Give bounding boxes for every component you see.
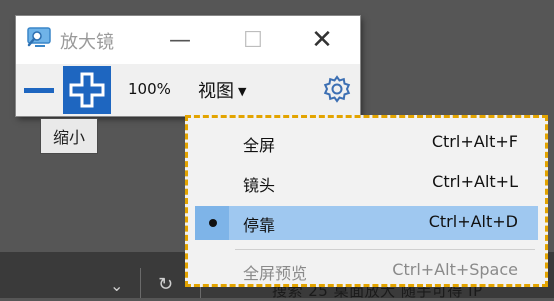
menu-item-lens[interactable]: 镜头 Ctrl+Alt+L bbox=[195, 166, 538, 200]
view-menu-button[interactable]: 视图 ▼ bbox=[198, 77, 246, 103]
menu-item-label: 全屏 bbox=[243, 136, 276, 155]
menu-item-shortcut: Ctrl+Alt+Space bbox=[392, 260, 518, 279]
view-dropdown-menu: 全屏 Ctrl+Alt+F 镜头 Ctrl+Alt+L 停靠 Ctrl+Alt+… bbox=[185, 115, 548, 287]
selected-bullet-icon bbox=[209, 219, 217, 227]
menu-item-label: 停靠 bbox=[243, 216, 276, 235]
menu-item-label: 全屏预览 bbox=[243, 264, 308, 283]
menu-item-shortcut: Ctrl+Alt+L bbox=[432, 172, 518, 191]
minimize-button[interactable]: — bbox=[160, 20, 200, 60]
refresh-icon[interactable]: ↻ bbox=[158, 274, 173, 295]
gear-icon[interactable] bbox=[322, 74, 352, 104]
menu-item-shortcut: Ctrl+Alt+F bbox=[431, 132, 518, 151]
menu-item-fullscreen[interactable]: 全屏 Ctrl+Alt+F bbox=[195, 126, 538, 160]
caret-down-icon: ▼ bbox=[238, 85, 247, 98]
close-button[interactable]: ✕ bbox=[302, 20, 342, 60]
menu-item-docked[interactable]: 停靠 Ctrl+Alt+D bbox=[195, 206, 538, 240]
menu-separator bbox=[235, 249, 535, 250]
window-title: 放大镜 bbox=[60, 32, 114, 53]
magnifier-window: 放大镜 — ☐ ✕ 100% 视图 ▼ bbox=[16, 16, 360, 116]
menu-item-fullscreen-preview: 全屏预览 Ctrl+Alt+Space bbox=[195, 254, 538, 288]
magnifier-monitor-icon bbox=[27, 27, 51, 47]
menu-item-label: 镜头 bbox=[243, 176, 276, 195]
title-bar[interactable]: 放大镜 — ☐ ✕ bbox=[16, 16, 360, 64]
zoom-in-button[interactable] bbox=[63, 66, 111, 114]
maximize-button[interactable]: ☐ bbox=[233, 20, 273, 60]
menu-item-shortcut: Ctrl+Alt+D bbox=[428, 212, 518, 231]
zoom-level-label: 100% bbox=[128, 80, 171, 98]
view-menu-label: 视图 bbox=[198, 81, 234, 102]
chevron-down-icon[interactable]: ⌄ bbox=[110, 276, 123, 295]
magnifier-toolbar: 100% 视图 ▼ bbox=[16, 64, 360, 116]
plus-icon bbox=[69, 72, 105, 108]
zoom-out-tooltip: 缩小 bbox=[40, 118, 98, 154]
zoom-out-button[interactable] bbox=[24, 88, 54, 93]
